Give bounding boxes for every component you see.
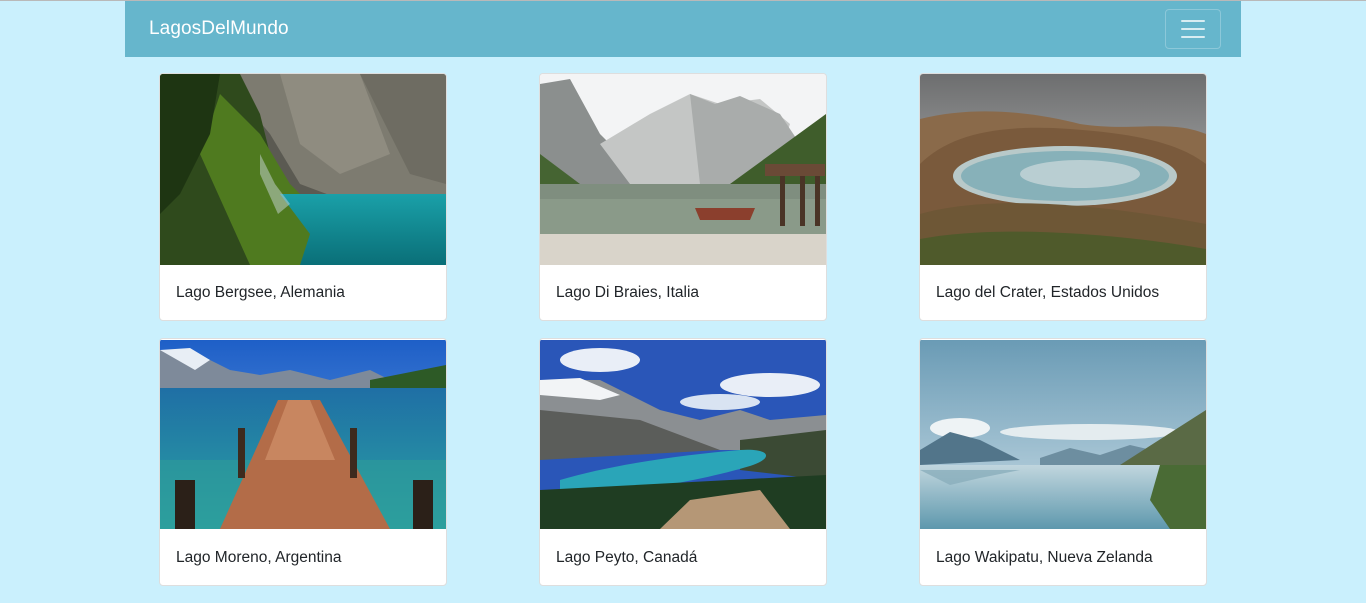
hamburger-menu-icon [1181, 20, 1205, 22]
lake-card-wakipatu[interactable]: Lago Wakipatu, Nueva Zelanda [919, 338, 1207, 586]
lake-caption: Lago del Crater, Estados Unidos [936, 284, 1160, 301]
lake-card-crater[interactable]: Lago del Crater, Estados Unidos [919, 73, 1207, 321]
lake-photo-peyto [540, 340, 826, 529]
lake-caption: Lago Wakipatu, Nueva Zelanda [936, 549, 1153, 566]
lake-photo-bergsee [160, 74, 446, 265]
lake-photo-wakipatu [920, 340, 1206, 529]
hamburger-menu-icon-bar [1181, 28, 1205, 30]
lake-card-peyto[interactable]: Lago Peyto, Canadá [539, 338, 827, 586]
lake-card-moreno[interactable]: Lago Moreno, Argentina [159, 338, 447, 586]
lake-photo-crater [920, 74, 1206, 265]
lake-caption: Lago Di Braies, Italia [556, 284, 700, 301]
lake-card-bergsee[interactable]: Lago Bergsee, Alemania [159, 73, 447, 321]
top-navbar: LagosDelMundo [125, 1, 1241, 57]
lake-card-braies[interactable]: Lago Di Braies, Italia [539, 73, 827, 321]
navbar-brand[interactable]: LagosDelMundo [149, 18, 289, 40]
lake-photo-braies [540, 74, 826, 265]
lake-caption: Lago Peyto, Canadá [556, 549, 698, 566]
lake-caption: Lago Bergsee, Alemania [176, 284, 345, 301]
lake-photo-moreno [160, 340, 446, 529]
navbar-toggler-button[interactable] [1165, 9, 1221, 49]
hamburger-menu-icon-bar [1181, 36, 1205, 38]
lake-caption: Lago Moreno, Argentina [176, 549, 342, 566]
